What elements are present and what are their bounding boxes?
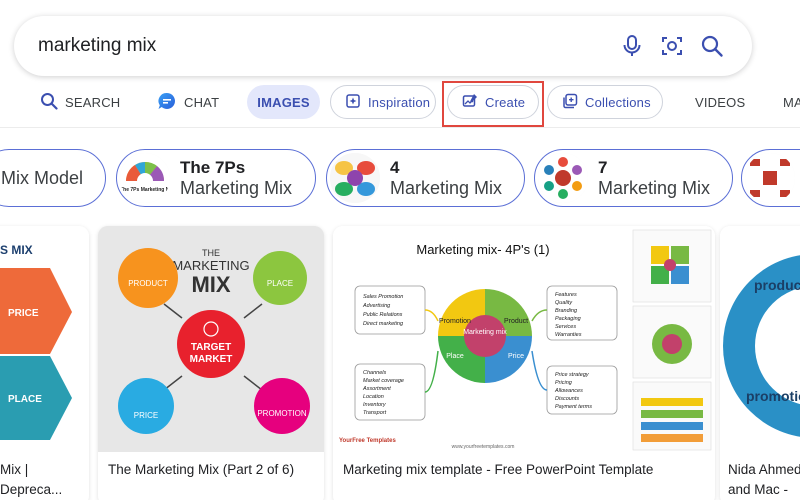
chip-label: Marketing Mix <box>598 178 711 198</box>
thumb-promo-item: Sales Promotion <box>363 294 403 300</box>
tab-search[interactable]: SEARCH <box>40 85 120 119</box>
thumb-logo: YourFree Templates <box>339 438 396 444</box>
chip-thumbnail <box>330 153 380 203</box>
thumb-product-item: Services <box>555 324 576 330</box>
thumb-title: Marketing mix- 4P's (1) <box>416 242 549 257</box>
thumb-product: PRODUCT <box>128 279 168 288</box>
thumb-bottom: promotio <box>746 388 800 404</box>
thumb-promo-item: Direct marketing <box>363 321 404 327</box>
chip-thumbnail <box>745 153 795 203</box>
thumb-the: THE <box>202 248 220 258</box>
thumb-q-place: Place <box>446 353 464 360</box>
microphone-icon[interactable] <box>612 26 652 66</box>
thumb-product-item: Quality <box>555 300 573 306</box>
thumb-price-item: Pricing <box>555 380 573 386</box>
thumb-place-item: Channels <box>363 370 386 376</box>
thumb-url: www.yourfreetemplates.com <box>452 444 515 450</box>
thumb-product-item: Warranties <box>555 332 582 338</box>
thumb-price-item: Payment terms <box>555 404 592 410</box>
thumb-price-item: Price strategy <box>555 372 590 378</box>
thumb-marketing: MARKETING <box>172 258 249 273</box>
thumb-title: S MIX <box>0 243 33 257</box>
result-caption[interactable]: Mix | Depreca... <box>0 460 81 500</box>
thumb-product-item: Features <box>555 292 577 298</box>
result-caption[interactable]: The Marketing Mix (Part 2 of 6) <box>108 460 316 480</box>
thumb-top: product <box>754 277 800 293</box>
scope-nav: SEARCH CHAT IMAGES Inspiration Create Co… <box>0 85 800 121</box>
chip-title: 7 <box>598 158 608 177</box>
tab-chat[interactable]: CHAT <box>157 85 219 119</box>
tab-collections[interactable]: Collections <box>547 85 663 119</box>
related-chip-7ps[interactable]: The 7Ps Marketing M The 7Ps Marketing Mi… <box>116 149 316 207</box>
create-highlight-frame <box>442 81 544 127</box>
thumb-q-price: Price <box>508 353 524 360</box>
chip-label: Mix Model <box>1 168 84 188</box>
thumb-place-item: Inventory <box>363 402 387 408</box>
tab-more[interactable]: MA <box>783 85 800 119</box>
thumb-center-2: MARKET <box>190 354 233 365</box>
tab-images-label: IMAGES <box>257 94 310 110</box>
image-result-card[interactable]: S MIX PRICE PLACE Mix | Depreca... <box>0 226 89 500</box>
related-chip-partial[interactable] <box>741 149 800 207</box>
thumb-promotion: PROMOTION <box>257 409 307 418</box>
result-caption[interactable]: Nida Ahmed and Mac - M... <box>728 460 800 500</box>
search-query[interactable]: marketing mix <box>38 35 612 57</box>
chip-thumbnail <box>538 153 588 203</box>
chat-bubble-icon <box>157 91 177 114</box>
related-chip-4[interactable]: 4 Marketing Mix <box>326 149 525 207</box>
thumb-place-item: Transport <box>363 410 387 416</box>
result-thumbnail[interactable]: THE MARKETING MIX TARGET MARKET PRODUCT … <box>98 226 324 452</box>
bing-images-page: marketing mix SEARCH CHAT IMAGES Inspira… <box>0 0 800 500</box>
thumb-label-place: PLACE <box>8 394 42 405</box>
thumb-product-item: Packaging <box>555 316 582 322</box>
chip-thumbnail: The 7Ps Marketing M <box>120 153 170 203</box>
chip-thumb-caption: The 7Ps Marketing M <box>120 187 170 193</box>
magnifier-icon <box>40 92 58 113</box>
thumb-place-item: Market coverage <box>363 378 404 384</box>
result-thumbnail[interactable]: product promotio <box>720 226 800 452</box>
tab-collections-label: Collections <box>585 94 651 110</box>
thumb-place-item: Assortment <box>362 386 391 392</box>
thumb-product-item: Branding <box>555 308 578 314</box>
thumb-promo-item: Advertising <box>362 303 391 309</box>
image-result-card[interactable]: Marketing mix- 4P's (1) Marketing mix Pr… <box>333 226 715 500</box>
chip-label: Marketing Mix <box>390 178 503 198</box>
result-thumbnail[interactable]: Marketing mix- 4P's (1) Marketing mix Pr… <box>333 226 715 452</box>
nav-divider <box>0 127 800 128</box>
tab-videos[interactable]: VIDEOS <box>695 85 745 119</box>
chip-title: 4 <box>390 158 400 177</box>
thumb-mix: MIX <box>191 272 230 297</box>
thumb-q-promotion: Promotion <box>439 318 471 325</box>
tab-images[interactable]: IMAGES <box>247 85 320 119</box>
collections-icon <box>562 93 578 112</box>
tab-inspiration-label: Inspiration <box>368 94 431 110</box>
thumb-place: PLACE <box>267 279 293 288</box>
chip-label: Marketing Mix <box>180 178 293 198</box>
search-box[interactable]: marketing mix <box>14 16 752 76</box>
thumb-price-item: Allowances <box>554 388 583 394</box>
thumb-q-product: Product <box>504 318 528 325</box>
result-thumbnail[interactable]: S MIX PRICE PLACE <box>0 226 89 452</box>
related-chip-7[interactable]: 7 Marketing Mix <box>534 149 733 207</box>
sparkle-icon <box>345 93 361 112</box>
thumb-price: PRICE <box>134 411 158 420</box>
thumb-center: Marketing mix <box>463 329 507 336</box>
thumb-place-item: Location <box>363 394 384 400</box>
thumb-label-price: PRICE <box>8 308 39 319</box>
tab-videos-label: VIDEOS <box>695 94 746 110</box>
related-chip-mix-model[interactable]: Mix Model <box>0 149 106 207</box>
tab-search-label: SEARCH <box>65 94 121 110</box>
image-result-card[interactable]: THE MARKETING MIX TARGET MARKET PRODUCT … <box>98 226 324 500</box>
tab-chat-label: CHAT <box>184 94 220 110</box>
tab-more-label: MA <box>783 94 800 110</box>
thumb-price-item: Discounts <box>555 396 579 402</box>
image-result-card[interactable]: product promotio Nida Ahmed and Mac - M.… <box>720 226 800 500</box>
search-icon[interactable] <box>692 26 732 66</box>
tab-inspiration[interactable]: Inspiration <box>330 85 436 119</box>
result-caption[interactable]: Marketing mix template - Free PowerPoint… <box>343 460 707 480</box>
visual-search-icon[interactable] <box>652 26 692 66</box>
thumb-center-1: TARGET <box>191 342 231 353</box>
chip-title: The 7Ps <box>180 158 246 177</box>
thumb-promo-item: Public Relations <box>363 312 403 318</box>
